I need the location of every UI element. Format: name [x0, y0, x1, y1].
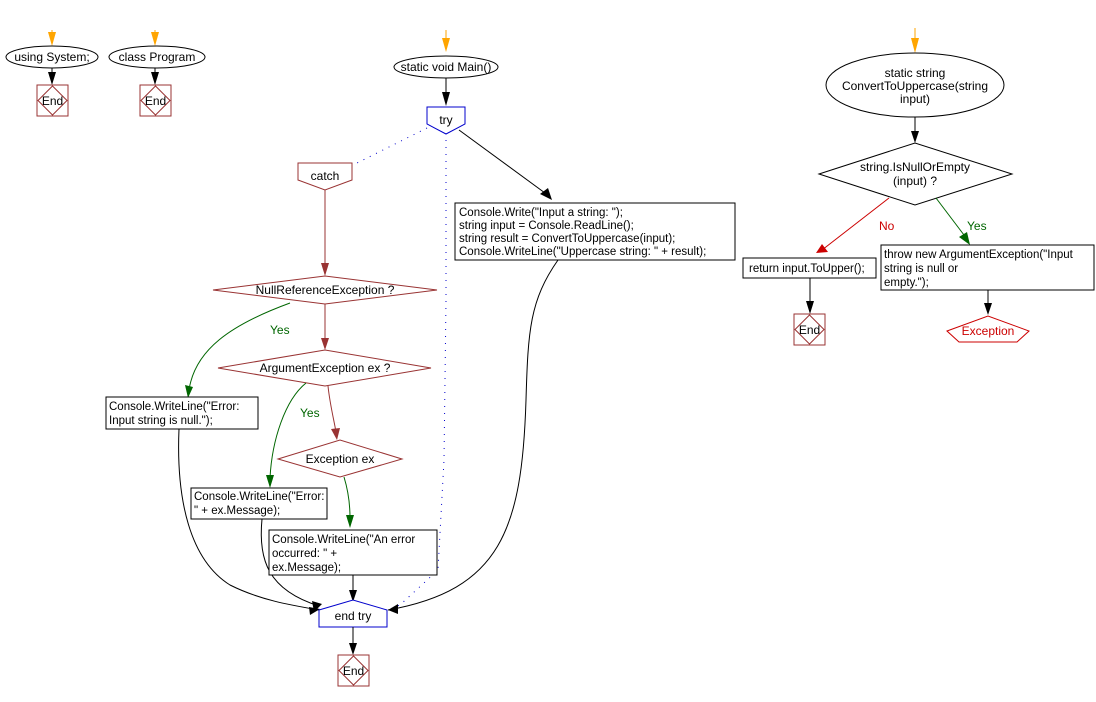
- main-body-line: string result = ConvertToUppercase(input…: [459, 233, 675, 245]
- flow-arrow-icon: [806, 301, 814, 314]
- yes-label: Yes: [270, 323, 290, 337]
- entry-arrow-icon: [911, 38, 919, 53]
- convert-title-line: ConvertToUppercase(string: [842, 79, 988, 93]
- arg-action-line: " + ex.Message);: [194, 505, 280, 517]
- end-label: End: [145, 94, 166, 108]
- class-program-label: class Program: [119, 50, 196, 64]
- flow-arrow-icon: [540, 188, 552, 200]
- null-ref-label: NullReferenceException ?: [256, 283, 395, 297]
- flow-arrow-icon: [349, 643, 357, 655]
- ex-action-line: ex.Message);: [272, 562, 341, 574]
- end-label: End: [799, 323, 820, 337]
- flow-arrow-icon: [321, 263, 329, 276]
- convert-title-line: static string: [885, 66, 946, 80]
- entry-arrow-icon: [48, 32, 56, 46]
- throw-action-line: empty.");: [884, 277, 929, 289]
- return-action-label: return input.ToUpper();: [749, 263, 865, 275]
- convert-title-line: input): [900, 92, 930, 106]
- flow-arrow-icon: [388, 604, 398, 614]
- flow-arrow-icon: [48, 72, 56, 85]
- catch-label: catch: [311, 169, 340, 183]
- flow-arrow-icon: [266, 475, 274, 488]
- yes-label: Yes: [300, 406, 320, 420]
- main-body-line: Console.WriteLine("Uppercase string: " +…: [459, 246, 706, 258]
- flow-arrow-icon: [816, 244, 828, 253]
- arg-action-line: Console.WriteLine("Error:: [194, 491, 324, 503]
- class-program-block: class Program End: [108, 30, 206, 117]
- exception-label: Exception ex: [306, 452, 375, 466]
- exception-node-label: Exception: [962, 324, 1015, 338]
- main-label: static void Main(): [401, 60, 492, 74]
- using-system-label: using System;: [14, 50, 89, 64]
- flow-arrow-icon: [151, 72, 159, 85]
- flow-arrow-icon: [321, 338, 329, 350]
- flow-arrow-icon: [442, 92, 450, 106]
- main-block: static void Main() try Console.Write("In…: [105, 30, 736, 687]
- main-body-line: string input = Console.ReadLine();: [459, 220, 634, 232]
- main-body-line: Console.Write("Input a string: ");: [459, 207, 623, 219]
- throw-action-line: string is null or: [884, 263, 958, 275]
- ex-action-line: occurred: " +: [272, 548, 337, 560]
- ex-action-line: Console.WriteLine("An error: [272, 534, 415, 546]
- entry-arrow-icon: [151, 32, 159, 46]
- flow-arrow-icon: [331, 428, 340, 440]
- yes-label: Yes: [967, 219, 987, 233]
- entry-arrow-icon: [442, 38, 450, 52]
- try-label: try: [439, 113, 452, 127]
- decision-label-line: (input) ?: [893, 174, 937, 188]
- null-ref-action-line: Console.WriteLine("Error:: [109, 401, 239, 413]
- flow-arrow-icon: [984, 303, 992, 315]
- null-ref-action-line: Input string is null.");: [109, 415, 213, 427]
- no-label: No: [879, 219, 895, 233]
- end-label: End: [343, 664, 364, 678]
- arg-exception-label: ArgumentException ex ?: [260, 361, 391, 375]
- flow-arrow-icon: [309, 607, 320, 615]
- throw-action-line: throw new ArgumentException("Input: [884, 249, 1074, 261]
- using-system-block: using System; End: [5, 30, 99, 117]
- flow-arrow-icon: [185, 385, 193, 398]
- flowchart: using System; End class Program End stat…: [5, 28, 1095, 687]
- flow-arrow-icon: [911, 131, 919, 143]
- end-label: End: [42, 94, 63, 108]
- flow-arrow-icon: [959, 232, 970, 245]
- decision-label-line: string.IsNullOrEmpty: [860, 160, 970, 174]
- end-try-label: end try: [335, 609, 372, 623]
- try-catch-dotted-link: [356, 127, 428, 164]
- flow-arrow-icon: [346, 515, 354, 528]
- convert-block: static string ConvertToUppercase(string …: [742, 28, 1095, 346]
